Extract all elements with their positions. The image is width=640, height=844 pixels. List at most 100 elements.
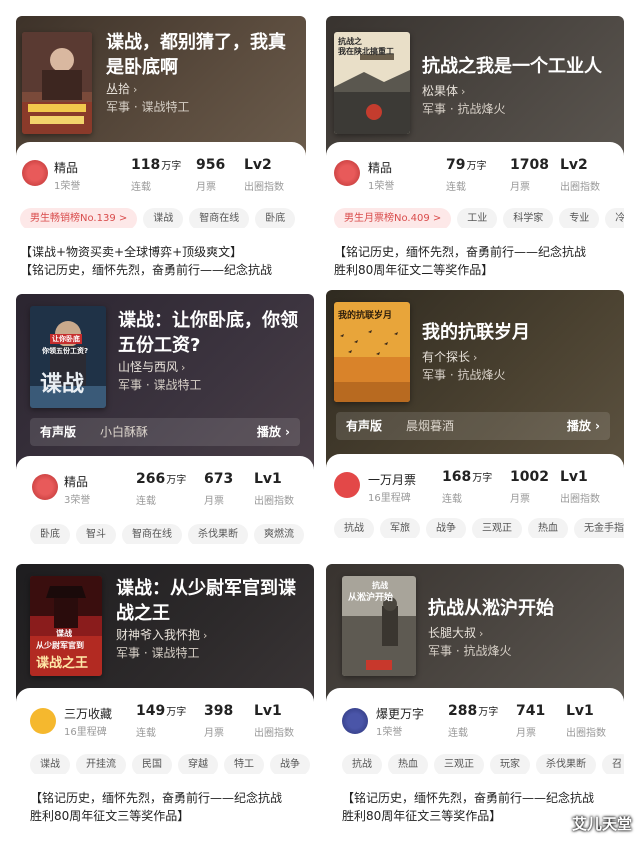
- book-cover[interactable]: 谍战 从少尉军官到 谍战之王: [30, 576, 102, 676]
- book-genre: 军事 · 抗战烽火: [422, 368, 506, 382]
- tag[interactable]: 谍战: [143, 208, 184, 228]
- tag[interactable]: 谍战: [30, 754, 70, 774]
- tag[interactable]: 抗战: [342, 754, 382, 774]
- tag[interactable]: 抗战: [334, 518, 374, 538]
- tag-row: 男生月票榜No.409 > 工业 科学家 专业冷: [334, 206, 624, 228]
- book-description-line: 【铭记历史，缅怀先烈，奋勇前行——纪念抗战: [342, 791, 595, 805]
- badge-label: 精品: [64, 475, 89, 489]
- book-author[interactable]: 山怪与西风 ›: [118, 358, 185, 375]
- book-description-line: 【铭记历史，缅怀先烈，奋勇前行——纪念抗战: [30, 791, 283, 805]
- tag[interactable]: 杀伐果断: [536, 754, 596, 774]
- book-card-6[interactable]: 抗战 从淞沪开始 抗战从淞沪开始 长腿大叔 › 军事 · 抗战烽火 爆更万字 1荣…: [326, 564, 624, 844]
- book-author[interactable]: 松果体 ›: [422, 82, 465, 99]
- book-author[interactable]: 财神爷入我怀抱 ›: [116, 626, 207, 643]
- tag[interactable]: 召: [602, 754, 624, 774]
- book-genre: 军事 · 抗战烽火: [428, 644, 512, 658]
- popularity-level-label: 出圈指数: [560, 494, 600, 505]
- tag[interactable]: 民国: [132, 754, 172, 774]
- tag-row: 谍战 开挂流 民国 穿越 特工 战争: [30, 752, 314, 774]
- cover-text: 谍战: [40, 372, 85, 397]
- quality-badge-icon: [334, 160, 360, 186]
- book-genre: 军事 · 谍战特工: [116, 646, 200, 660]
- book-title[interactable]: 谍战：从少尉军官到谍战之王: [116, 576, 310, 626]
- popularity-level-label: 出圈指数: [254, 728, 294, 739]
- tag[interactable]: 三观正: [472, 518, 522, 538]
- audiobook-bar[interactable]: 有声版 晨烟暮酒 播放 ›: [336, 412, 610, 440]
- tag[interactable]: 杀伐果断: [188, 524, 248, 544]
- book-title[interactable]: 谍战：让你卧底，你领五份工资?: [118, 308, 308, 358]
- tag[interactable]: 工业: [457, 208, 498, 228]
- book-cover[interactable]: [22, 32, 92, 134]
- book-cover[interactable]: 我的抗联岁月: [334, 302, 410, 402]
- book-card-1[interactable]: 谍战，都别猜了，我真是卧底啊 丛拾 › 军事 · 谍战特工 精品 1荣誉 118万…: [16, 16, 306, 282]
- tag[interactable]: 智商在线: [189, 208, 250, 228]
- book-card-3[interactable]: 让你卧底 你领五份工资? 谍战 谍战：让你卧底，你领五份工资? 山怪与西风 › 军…: [16, 294, 314, 552]
- rank-tag[interactable]: 男生月票榜No.409 >: [334, 208, 452, 228]
- monthly-tickets: 398: [204, 703, 234, 719]
- monthly-tickets-label: 月票: [204, 728, 224, 739]
- book-cover[interactable]: 抗战之 我在陕北搞重工: [334, 32, 410, 134]
- book-description-line: 胜利80周年征文三等奖作品】: [30, 809, 190, 823]
- audiobook-bar[interactable]: 有声版 小白酥酥 播放 ›: [30, 418, 300, 446]
- tag[interactable]: 冷: [605, 208, 624, 228]
- badge-sublabel: 1荣誉: [376, 727, 403, 738]
- popularity-level-label: 出圈指数: [254, 496, 294, 507]
- tag[interactable]: 军旅: [380, 518, 420, 538]
- monthly-tickets-label: 月票: [516, 728, 536, 739]
- monthly-tickets-label: 月票: [510, 494, 530, 505]
- word-count: 266万字: [136, 471, 187, 487]
- play-button[interactable]: 播放 ›: [567, 412, 600, 440]
- book-author[interactable]: 长腿大叔 ›: [428, 624, 483, 641]
- book-author[interactable]: 丛拾 ›: [106, 80, 137, 97]
- book-author[interactable]: 有个探长 ›: [422, 348, 477, 365]
- tag[interactable]: 卧底: [255, 208, 296, 228]
- cover-text: 谍战: [56, 629, 72, 638]
- card-info-panel: 三万收藏 16里程碑 149万字 连载 398 月票 Lv1 出圈指数 谍战 开挂…: [16, 688, 314, 844]
- audiobook-narrator: 小白酥酥: [100, 425, 149, 439]
- tag[interactable]: 玩家: [490, 754, 530, 774]
- book-card-4[interactable]: 我的抗联岁月 我的抗联岁月 有个探长 › 军事 · 抗战烽火 有声版 晨烟暮酒 播…: [326, 290, 624, 552]
- book-title[interactable]: 抗战从淞沪开始: [428, 596, 620, 621]
- tag[interactable]: 战争: [426, 518, 466, 538]
- tag[interactable]: 开挂流: [76, 754, 126, 774]
- tag[interactable]: 卧底: [30, 524, 70, 544]
- tag[interactable]: 专业: [559, 208, 600, 228]
- word-count-label: 连载: [136, 728, 156, 739]
- play-button[interactable]: 播放 ›: [257, 418, 290, 446]
- book-card-2[interactable]: 抗战之 我在陕北搞重工 抗战之我是一个工业人 松果体 › 军事 · 抗战烽火 精品…: [326, 16, 624, 282]
- tag[interactable]: 爽燃流: [254, 524, 304, 544]
- monthly-tickets-label: 月票: [204, 496, 224, 507]
- book-title[interactable]: 谍战，都别猜了，我真是卧底啊: [106, 30, 300, 80]
- tag[interactable]: 智商在线: [122, 524, 182, 544]
- word-count: 149万字: [136, 703, 187, 719]
- popularity-level: Lv1: [566, 703, 594, 719]
- audiobook-tag: 有声版: [40, 425, 77, 439]
- tag[interactable]: 三观正: [434, 754, 484, 774]
- book-description-line: 【谍战+物资买卖+全球博弈+顶级爽文】: [20, 245, 243, 259]
- cover-text: 我在陕北搞重工: [338, 47, 394, 56]
- popularity-level: Lv1: [254, 703, 282, 719]
- cover-text: 谍战之王: [36, 656, 89, 671]
- tag[interactable]: 特工: [224, 754, 264, 774]
- tag[interactable]: 智斗: [76, 524, 116, 544]
- badge-label: 三万收藏: [64, 707, 113, 721]
- card-info-panel: 精品 1荣誉 79万字 连载 1708 月票 Lv2 出圈指数 男生月票榜No.…: [326, 142, 624, 282]
- word-count-label: 连载: [136, 496, 156, 507]
- book-cover[interactable]: 抗战 从淞沪开始: [342, 576, 416, 676]
- tag[interactable]: 科学家: [503, 208, 554, 228]
- badge-sublabel: 16里程碑: [64, 727, 107, 738]
- tag[interactable]: 热血: [528, 518, 568, 538]
- book-card-5[interactable]: 谍战 从少尉军官到 谍战之王 谍战：从少尉军官到谍战之王 财神爷入我怀抱 › 军事…: [16, 564, 314, 844]
- tag[interactable]: 无金手指: [574, 518, 624, 538]
- tag[interactable]: 战争: [270, 754, 310, 774]
- rank-tag[interactable]: 男生畅销榜No.139 >: [20, 208, 138, 228]
- book-title[interactable]: 我的抗联岁月: [422, 320, 622, 345]
- tag[interactable]: 穿越: [178, 754, 218, 774]
- word-count-label: 连载: [446, 182, 466, 193]
- card-info-panel: 精品 1荣誉 118万字 连载 956 月票 Lv2 出圈指数 男生畅销榜No.…: [16, 142, 306, 282]
- chevron-right-icon: ›: [479, 627, 484, 640]
- book-title[interactable]: 抗战之我是一个工业人: [422, 54, 622, 79]
- book-cover[interactable]: 让你卧底 你领五份工资? 谍战: [30, 306, 106, 408]
- book-description-line: 胜利80周年征文二等奖作品】: [334, 263, 494, 277]
- tag[interactable]: 热血: [388, 754, 428, 774]
